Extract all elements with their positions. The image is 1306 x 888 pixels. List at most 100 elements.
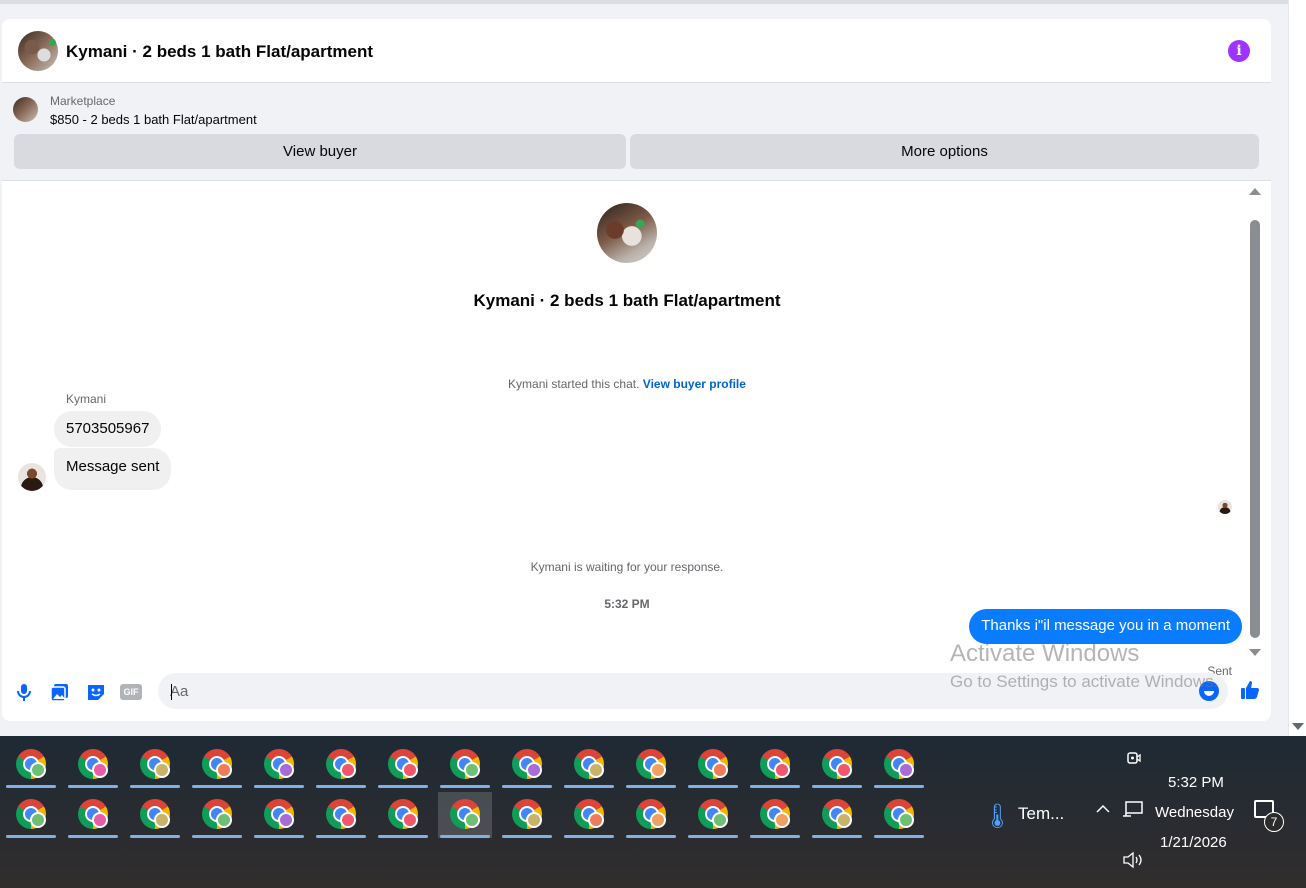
- profile-badge-icon: [898, 812, 914, 828]
- waiting-notice: Kymani is waiting for your response.: [530, 560, 724, 574]
- running-indicator: [440, 835, 490, 838]
- windows-taskbar: 🌡 Tem... 5:32 PM Wednesday 1/21/2026 7: [0, 736, 1306, 888]
- marketplace-bar: Marketplace $850 - 2 beds 1 bath Flat/ap…: [2, 83, 1271, 181]
- gif-icon[interactable]: GIF: [120, 684, 142, 700]
- scrollbar-thumb[interactable]: [1250, 220, 1260, 638]
- profile-badge-icon: [526, 812, 542, 828]
- listing-thumbnail[interactable]: [13, 97, 38, 122]
- taskbar-chrome-profile[interactable]: [438, 792, 492, 838]
- notification-count-badge: 7: [1264, 812, 1284, 832]
- listing-price-title[interactable]: $850 - 2 beds 1 bath Flat/apartment: [50, 112, 257, 127]
- taskbar-chrome-profile[interactable]: [686, 792, 740, 838]
- taskbar-chrome-profile[interactable]: [190, 792, 244, 838]
- view-buyer-button[interactable]: View buyer: [14, 134, 626, 169]
- running-indicator: [688, 785, 738, 788]
- taskbar-chrome-profile[interactable]: [4, 792, 58, 838]
- info-icon[interactable]: i: [1228, 40, 1250, 62]
- running-indicator: [626, 835, 676, 838]
- thumbs-up-icon[interactable]: [1239, 679, 1261, 707]
- running-indicator: [130, 835, 180, 838]
- taskbar-chrome-profile[interactable]: [66, 742, 120, 788]
- running-indicator: [378, 835, 428, 838]
- buyer-avatar[interactable]: [18, 463, 46, 491]
- running-indicator: [874, 785, 924, 788]
- taskbar-chrome-profile[interactable]: [562, 792, 616, 838]
- profile-badge-icon: [836, 762, 852, 778]
- clock-date[interactable]: 1/21/2026: [1160, 834, 1227, 851]
- taskbar-chrome-profile[interactable]: [810, 742, 864, 788]
- taskbar-chrome-profile[interactable]: [438, 742, 492, 788]
- online-dot: [49, 39, 56, 46]
- taskbar-chrome-profile[interactable]: [686, 742, 740, 788]
- taskbar-chrome-profile[interactable]: [314, 792, 368, 838]
- taskbar-chrome-profile[interactable]: [624, 742, 678, 788]
- volume-icon[interactable]: [1122, 850, 1144, 875]
- scroll-up-arrow-icon[interactable]: [1249, 188, 1261, 195]
- taskbar-chrome-profile[interactable]: [314, 742, 368, 788]
- profile-badge-icon: [402, 812, 418, 828]
- taskbar-chrome-profile[interactable]: [190, 742, 244, 788]
- running-indicator: [254, 835, 304, 838]
- running-indicator: [130, 785, 180, 788]
- sticker-icon[interactable]: [85, 681, 107, 703]
- taskbar-chrome-profile[interactable]: [128, 792, 182, 838]
- taskbar-chrome-profile[interactable]: [252, 742, 306, 788]
- running-indicator: [440, 785, 490, 788]
- marketplace-label: Marketplace: [50, 94, 116, 108]
- taskbar-chrome-profile[interactable]: [376, 742, 430, 788]
- profile-badge-icon: [30, 812, 46, 828]
- taskbar-chrome-profile[interactable]: [252, 792, 306, 838]
- incoming-message[interactable]: 5703505967: [54, 411, 162, 447]
- profile-badge-icon: [278, 762, 294, 778]
- taskbar-chrome-profile[interactable]: [4, 742, 58, 788]
- profile-badge-icon: [278, 812, 294, 828]
- outgoing-message[interactable]: Thanks i"il message you in a moment: [969, 609, 1242, 644]
- taskbar-chrome-profile[interactable]: [500, 742, 554, 788]
- taskbar-chrome-profile[interactable]: [562, 742, 616, 788]
- weather-label[interactable]: Tem...: [1018, 804, 1064, 824]
- clock-day[interactable]: Wednesday: [1155, 804, 1234, 821]
- profile-badge-icon: [154, 762, 170, 778]
- chevron-up-icon[interactable]: [1094, 800, 1112, 823]
- started-text: Kymani started this chat.: [508, 377, 640, 391]
- view-buyer-profile-link[interactable]: View buyer profile: [643, 377, 746, 391]
- listing-avatar[interactable]: [18, 31, 58, 71]
- scroll-down-arrow-icon[interactable]: [1292, 723, 1304, 730]
- taskbar-chrome-profile[interactable]: [872, 792, 926, 838]
- thermometer-icon[interactable]: 🌡: [982, 802, 1012, 831]
- running-indicator: [68, 785, 118, 788]
- meet-now-icon[interactable]: [1126, 750, 1142, 771]
- taskbar-chrome-profile[interactable]: [128, 742, 182, 788]
- taskbar-chrome-profile[interactable]: [500, 792, 554, 838]
- taskbar-chrome-profile[interactable]: [376, 792, 430, 838]
- more-options-button[interactable]: More options: [630, 134, 1259, 169]
- running-indicator: [6, 835, 56, 838]
- taskbar-chrome-profile[interactable]: [748, 742, 802, 788]
- profile-badge-icon: [712, 762, 728, 778]
- running-indicator: [812, 785, 862, 788]
- clock-time[interactable]: 5:32 PM: [1168, 774, 1224, 791]
- taskbar-chrome-profile[interactable]: [624, 792, 678, 838]
- running-indicator: [316, 785, 366, 788]
- chat-started-notice: Kymani started this chat. View buyer pro…: [2, 377, 1252, 391]
- profile-badge-icon: [464, 812, 480, 828]
- profile-badge-icon: [836, 812, 852, 828]
- microphone-icon[interactable]: [13, 681, 35, 703]
- scroll-down-arrow-icon[interactable]: [1249, 649, 1261, 656]
- network-icon[interactable]: [1122, 800, 1144, 825]
- running-indicator: [812, 835, 862, 838]
- taskbar-chrome-profile[interactable]: [748, 792, 802, 838]
- photo-icon[interactable]: [49, 681, 71, 703]
- chat-scrollbar[interactable]: [1249, 188, 1261, 656]
- taskbar-chrome-profile[interactable]: [810, 792, 864, 838]
- taskbar-chrome-profile[interactable]: [872, 742, 926, 788]
- page-scrollbar[interactable]: [1288, 0, 1306, 736]
- running-indicator: [502, 835, 552, 838]
- taskbar-chrome-profile[interactable]: [66, 792, 120, 838]
- incoming-message[interactable]: Message sent: [54, 448, 172, 490]
- profile-badge-icon: [650, 812, 666, 828]
- conversation-title[interactable]: Kymani · 2 beds 1 bath Flat/apartment: [66, 42, 373, 62]
- profile-badge-icon: [30, 762, 46, 778]
- running-indicator: [254, 785, 304, 788]
- profile-badge-icon: [216, 812, 232, 828]
